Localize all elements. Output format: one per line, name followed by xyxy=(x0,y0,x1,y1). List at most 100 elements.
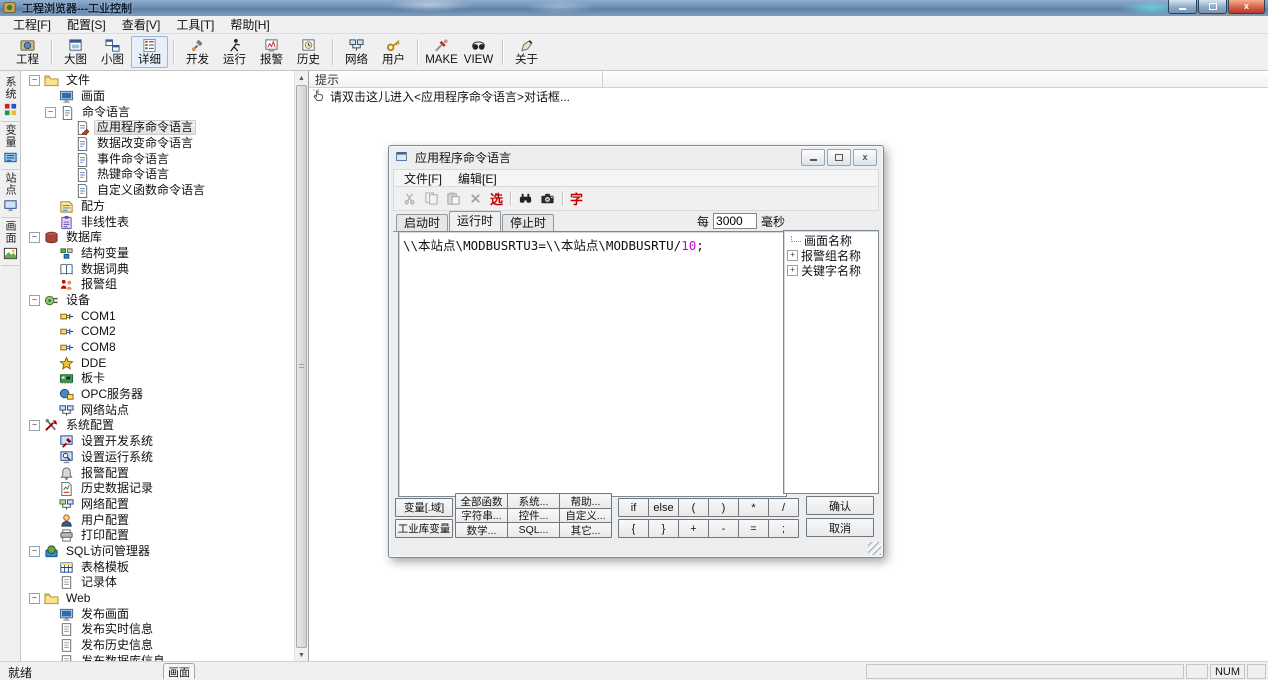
tree-item[interactable]: COM8 xyxy=(21,340,295,356)
function-button[interactable]: 控件... xyxy=(507,508,560,524)
tree-expander[interactable]: − xyxy=(29,420,40,431)
operator-button[interactable]: + xyxy=(678,519,709,538)
tree-item[interactable]: 配方 xyxy=(21,199,295,215)
operator-button[interactable]: { xyxy=(618,519,649,538)
tree-expander[interactable]: − xyxy=(29,593,40,604)
tree-item[interactable]: 应用程序命令语言 xyxy=(21,120,295,136)
hint-row[interactable]: 请双击这儿进入<应用程序命令语言>对话框... xyxy=(309,88,1268,105)
tree-item[interactable]: 结构变量 xyxy=(21,246,295,262)
operator-button[interactable]: if xyxy=(618,498,649,517)
tree-item[interactable]: 非线性表 xyxy=(21,214,295,230)
toolbar-button-smalls-icon[interactable]: 小图 xyxy=(94,36,131,68)
tree-item[interactable]: 记录体 xyxy=(21,575,295,591)
menu-item-3[interactable]: 工具[T] xyxy=(168,15,222,34)
tree-expander[interactable]: − xyxy=(29,546,40,557)
select-mode-button[interactable]: 选 xyxy=(490,189,503,208)
tree-item[interactable]: 板卡 xyxy=(21,371,295,387)
menu-item-1[interactable]: 配置[S] xyxy=(59,15,114,34)
tree-item[interactable]: 画面 xyxy=(21,89,295,105)
script-editor[interactable]: \\本站点\MODBUSRTU3=\\本站点\MODBUSRTU/10; xyxy=(398,231,787,497)
dialog-tab-停止时[interactable]: 停止时 xyxy=(502,214,554,231)
tree-item[interactable]: 发布实时信息 xyxy=(21,622,295,638)
tree-item[interactable]: OPC服务器 xyxy=(21,387,295,403)
tree-item[interactable]: DDE xyxy=(21,355,295,371)
toolbar-button-details[interactable]: 详细 xyxy=(131,36,168,68)
tree-item[interactable]: 事件命令语言 xyxy=(21,151,295,167)
dialog-maximize-button[interactable] xyxy=(827,149,851,166)
scroll-up-arrow-icon[interactable]: ▲ xyxy=(295,71,308,85)
dialog-tree-item[interactable]: 画面名称 xyxy=(784,233,878,248)
tree-item[interactable]: −Web xyxy=(21,591,295,607)
sidebar-tab-station[interactable]: 站点 xyxy=(1,170,19,218)
tree-item[interactable]: 网络配置 xyxy=(21,497,295,513)
menu-item-4[interactable]: 帮助[H] xyxy=(222,15,277,34)
sidebar-tab-system[interactable]: 系统 xyxy=(1,74,19,122)
toolbar-button-run[interactable]: 运行 xyxy=(216,36,253,68)
dialog-menu-item-1[interactable]: 编辑[E] xyxy=(450,170,505,187)
tree-expander[interactable]: − xyxy=(45,107,56,118)
tree-item[interactable]: 数据词典 xyxy=(21,261,295,277)
panel-tab-screen[interactable]: 画面 xyxy=(163,663,195,679)
operator-button[interactable]: / xyxy=(768,498,799,517)
function-button[interactable]: 其它... xyxy=(559,522,612,538)
close-button[interactable]: x xyxy=(1228,0,1265,14)
toolbar-button-larges-icon[interactable]: 大图 xyxy=(57,36,94,68)
tree-item[interactable]: 热键命令语言 xyxy=(21,167,295,183)
operator-button[interactable]: * xyxy=(738,498,769,517)
tree-scrollbar[interactable]: ▲ ▼ xyxy=(294,71,308,662)
function-button[interactable]: 自定义... xyxy=(559,508,612,524)
operator-button[interactable]: ( xyxy=(678,498,709,517)
sidebar-tab-variable[interactable]: 变量 xyxy=(1,122,19,170)
tree-item[interactable]: −SQL访问管理器 xyxy=(21,544,295,560)
tree-item[interactable]: −数据库 xyxy=(21,230,295,246)
dialog-minimize-button[interactable] xyxy=(801,149,825,166)
sidebar-tab-screen[interactable]: 画面 xyxy=(1,218,19,266)
function-button[interactable]: 全部函数 xyxy=(455,493,508,509)
minimize-button[interactable] xyxy=(1168,0,1197,14)
tree-item[interactable]: −命令语言 xyxy=(21,104,295,120)
tree-item[interactable]: −设备 xyxy=(21,293,295,309)
tree-item[interactable]: 报警配置 xyxy=(21,465,295,481)
dialog-tab-运行时[interactable]: 运行时 xyxy=(449,211,501,231)
tree-item[interactable]: 表格模板 xyxy=(21,559,295,575)
tree-item[interactable]: 历史数据记录 xyxy=(21,481,295,497)
tree-item[interactable]: −文件 xyxy=(21,73,295,89)
tree-item[interactable]: COM2 xyxy=(21,324,295,340)
dialog-tree-item[interactable]: +报警组名称 xyxy=(784,248,878,263)
dialog-tree-item[interactable]: +关键字名称 xyxy=(784,263,878,278)
tree-expander[interactable]: + xyxy=(787,265,798,276)
menu-item-2[interactable]: 查看[V] xyxy=(114,15,169,34)
tree-expander[interactable]: − xyxy=(29,232,40,243)
operator-button[interactable]: - xyxy=(708,519,739,538)
toolbar-button-network[interactable]: 网络 xyxy=(338,36,375,68)
tree-item[interactable]: 网络站点 xyxy=(21,402,295,418)
operator-button[interactable]: ) xyxy=(708,498,739,517)
operator-button[interactable]: ; xyxy=(768,519,799,538)
toolbar-button-project[interactable]: 工程 xyxy=(9,36,46,68)
tree-item[interactable]: 数据改变命令语言 xyxy=(21,136,295,152)
toolbar-button-view[interactable]: VIEW xyxy=(460,36,497,68)
toolbar-button-develop[interactable]: 开发 xyxy=(179,36,216,68)
dialog-menu-item-0[interactable]: 文件[F] xyxy=(396,170,450,187)
tree-item[interactable]: 发布历史信息 xyxy=(21,638,295,654)
tree-item[interactable]: 自定义函数命令语言 xyxy=(21,183,295,199)
tree-expander[interactable]: − xyxy=(29,295,40,306)
function-button[interactable]: 系统... xyxy=(507,493,560,509)
function-button[interactable]: 数学... xyxy=(455,522,508,538)
dialog-tab-启动时[interactable]: 启动时 xyxy=(396,214,448,231)
dialog-titlebar[interactable]: 应用程序命令语言 x xyxy=(389,146,883,168)
tree-item[interactable]: 打印配置 xyxy=(21,528,295,544)
tree-item[interactable]: 发布画面 xyxy=(21,606,295,622)
camera-icon[interactable] xyxy=(540,191,555,206)
interval-input[interactable] xyxy=(713,213,757,229)
titlebar[interactable]: 工程浏览器---工业控制 x xyxy=(0,0,1268,16)
find-icon[interactable] xyxy=(518,191,533,206)
cancel-button[interactable]: 取消 xyxy=(806,518,874,537)
scrollbar-thumb[interactable] xyxy=(296,85,307,648)
variable-field-button[interactable]: 变量[.域] xyxy=(395,498,453,517)
tree-item[interactable]: 用户配置 xyxy=(21,512,295,528)
toolbar-button-user[interactable]: 用户 xyxy=(375,36,412,68)
toolbar-button-history[interactable]: 历史 xyxy=(290,36,327,68)
tree-expander[interactable]: + xyxy=(787,250,798,261)
tree-item[interactable]: COM1 xyxy=(21,308,295,324)
